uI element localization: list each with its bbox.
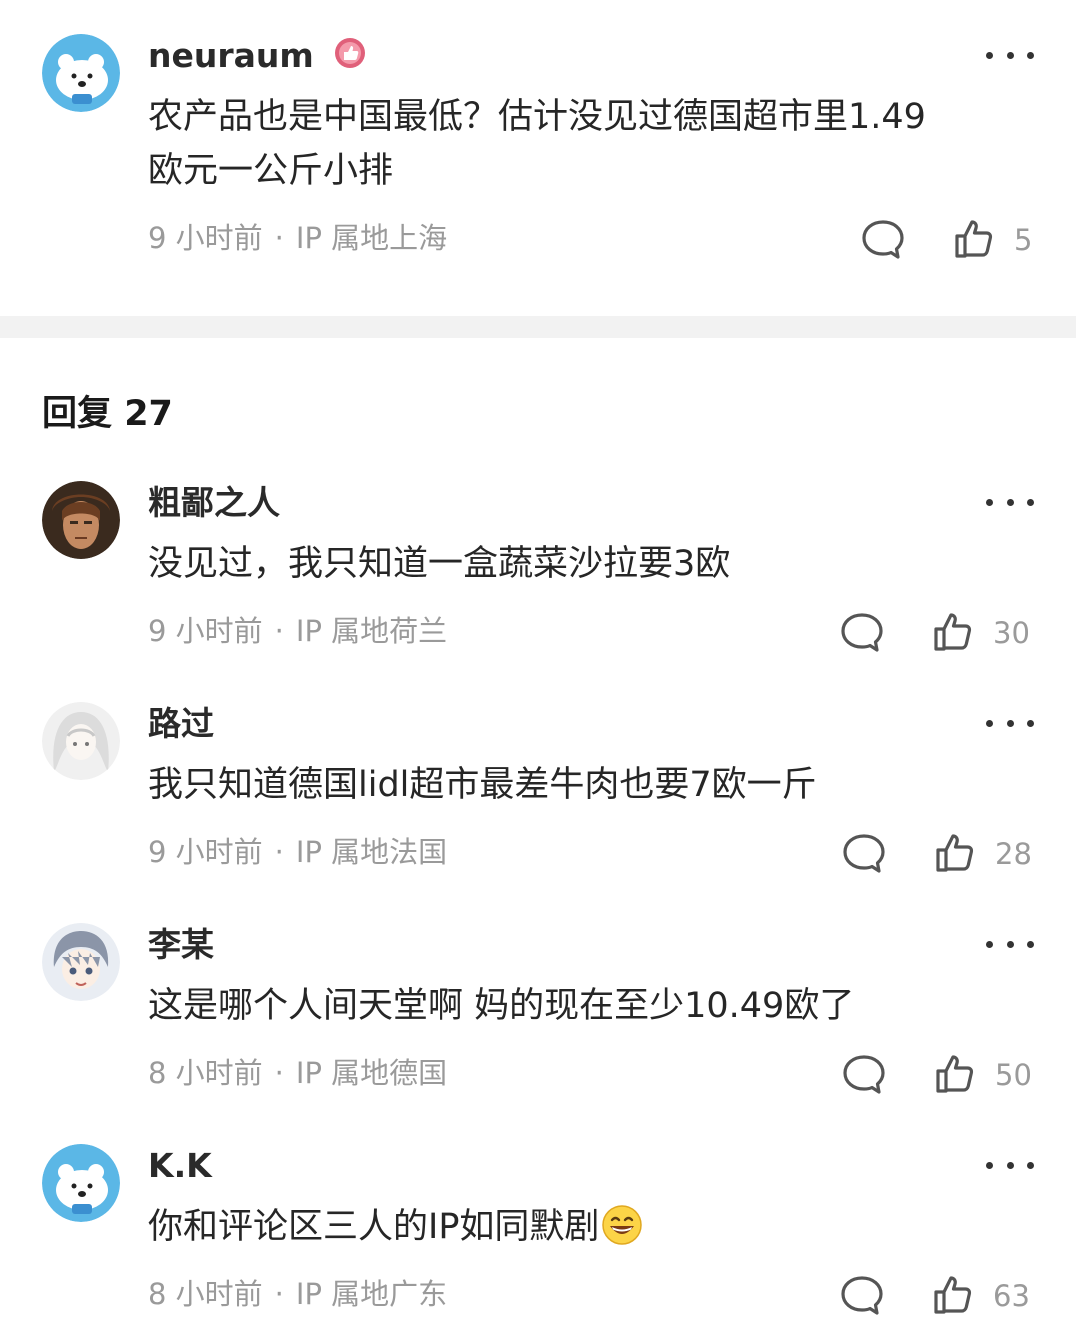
ip-location: IP 属地上海 bbox=[295, 221, 448, 255]
timestamp: 9 小时前 bbox=[148, 614, 263, 648]
replies-header: 回复 27 bbox=[42, 392, 173, 436]
username[interactable]: 李某 bbox=[148, 925, 214, 965]
more-dots-icon[interactable] bbox=[986, 716, 1034, 730]
like-count: 50 bbox=[995, 1058, 1032, 1092]
thumbs-up-icon[interactable] bbox=[931, 1272, 977, 1318]
avatar[interactable] bbox=[42, 34, 120, 112]
thumbs-up-icon[interactable] bbox=[952, 216, 998, 262]
comment-bubble-icon[interactable] bbox=[839, 1274, 885, 1318]
meta-separator: · bbox=[274, 614, 284, 648]
reply-text: 我只知道德国lidl超市最差牛肉也要7欧一斤 bbox=[148, 765, 817, 805]
avatar[interactable] bbox=[42, 923, 120, 1001]
like-count: 63 bbox=[993, 1279, 1030, 1313]
comment-meta: 9 小时前 · IP 属地上海 bbox=[148, 220, 447, 256]
avatar[interactable] bbox=[42, 702, 120, 780]
username[interactable]: neuraum bbox=[148, 36, 367, 79]
more-dots-icon[interactable] bbox=[986, 937, 1034, 951]
meta-separator: · bbox=[274, 1277, 284, 1311]
like-count: 28 bbox=[995, 837, 1032, 871]
replies-label: 回复 bbox=[42, 394, 113, 434]
meta-separator: · bbox=[274, 221, 284, 255]
grinning-emoji bbox=[602, 1205, 643, 1245]
section-divider bbox=[0, 316, 1076, 338]
username[interactable]: 粗鄙之人 bbox=[148, 483, 280, 523]
comment-meta: 9 小时前 · IP 属地荷兰 bbox=[148, 613, 447, 649]
like-badge-icon bbox=[333, 36, 367, 79]
comment-meta: 8 小时前 · IP 属地广东 bbox=[148, 1276, 447, 1312]
thumbs-up-icon[interactable] bbox=[933, 830, 979, 876]
ip-location: IP 属地广东 bbox=[295, 1277, 448, 1311]
more-dots-icon[interactable] bbox=[986, 1158, 1034, 1172]
replies-count: 27 bbox=[124, 394, 173, 434]
reply-text: 没见过，我只知道一盒蔬菜沙拉要3欧 bbox=[148, 544, 731, 584]
meta-separator: · bbox=[274, 835, 284, 869]
comment-bubble-icon[interactable] bbox=[839, 611, 885, 655]
avatar[interactable] bbox=[42, 481, 120, 559]
comment-bubble-icon[interactable] bbox=[841, 832, 887, 876]
username[interactable]: 路过 bbox=[148, 704, 214, 744]
avatar-anime-boy-image bbox=[42, 923, 120, 1001]
thumbs-up-icon[interactable] bbox=[933, 1051, 979, 1097]
username-text: neuraum bbox=[148, 36, 314, 75]
reply-text: 这是哪个人间天堂啊 妈的现在至少10.49欧了 bbox=[148, 986, 855, 1026]
avatar-polar-bear-image bbox=[42, 1144, 120, 1222]
comment-bubble-icon[interactable] bbox=[841, 1053, 887, 1097]
timestamp: 9 小时前 bbox=[148, 221, 263, 255]
reply-text: 你和评论区三人的IP如同默剧 bbox=[148, 1200, 1028, 1254]
avatar-portrait-image bbox=[42, 481, 120, 559]
meta-separator: · bbox=[274, 1056, 284, 1090]
reply-text-body: 你和评论区三人的IP如同默剧 bbox=[148, 1207, 600, 1247]
like-count: 5 bbox=[1014, 223, 1033, 257]
timestamp: 9 小时前 bbox=[148, 835, 263, 869]
comment-bubble-icon[interactable] bbox=[860, 218, 906, 262]
comment-text-line-1: 农产品也是中国最低？估计没见过德国超市里1.49 bbox=[148, 97, 926, 137]
comment-meta: 9 小时前 · IP 属地法国 bbox=[148, 834, 447, 870]
comment-text-line-2: 欧元一公斤小排 bbox=[148, 151, 394, 191]
comment-meta: 8 小时前 · IP 属地德国 bbox=[148, 1055, 447, 1091]
ip-location: IP 属地德国 bbox=[295, 1056, 448, 1090]
avatar-polar-bear-image bbox=[42, 34, 120, 112]
thumbs-up-icon[interactable] bbox=[931, 609, 977, 655]
more-dots-icon[interactable] bbox=[986, 495, 1034, 509]
like-count: 30 bbox=[993, 616, 1030, 650]
ip-location: IP 属地荷兰 bbox=[295, 614, 448, 648]
timestamp: 8 小时前 bbox=[148, 1056, 263, 1090]
timestamp: 8 小时前 bbox=[148, 1277, 263, 1311]
username[interactable]: K.K bbox=[148, 1146, 212, 1186]
avatar-anime-girl-image bbox=[42, 702, 120, 780]
more-dots-icon[interactable] bbox=[986, 48, 1034, 62]
ip-location: IP 属地法国 bbox=[295, 835, 448, 869]
avatar[interactable] bbox=[42, 1144, 120, 1222]
